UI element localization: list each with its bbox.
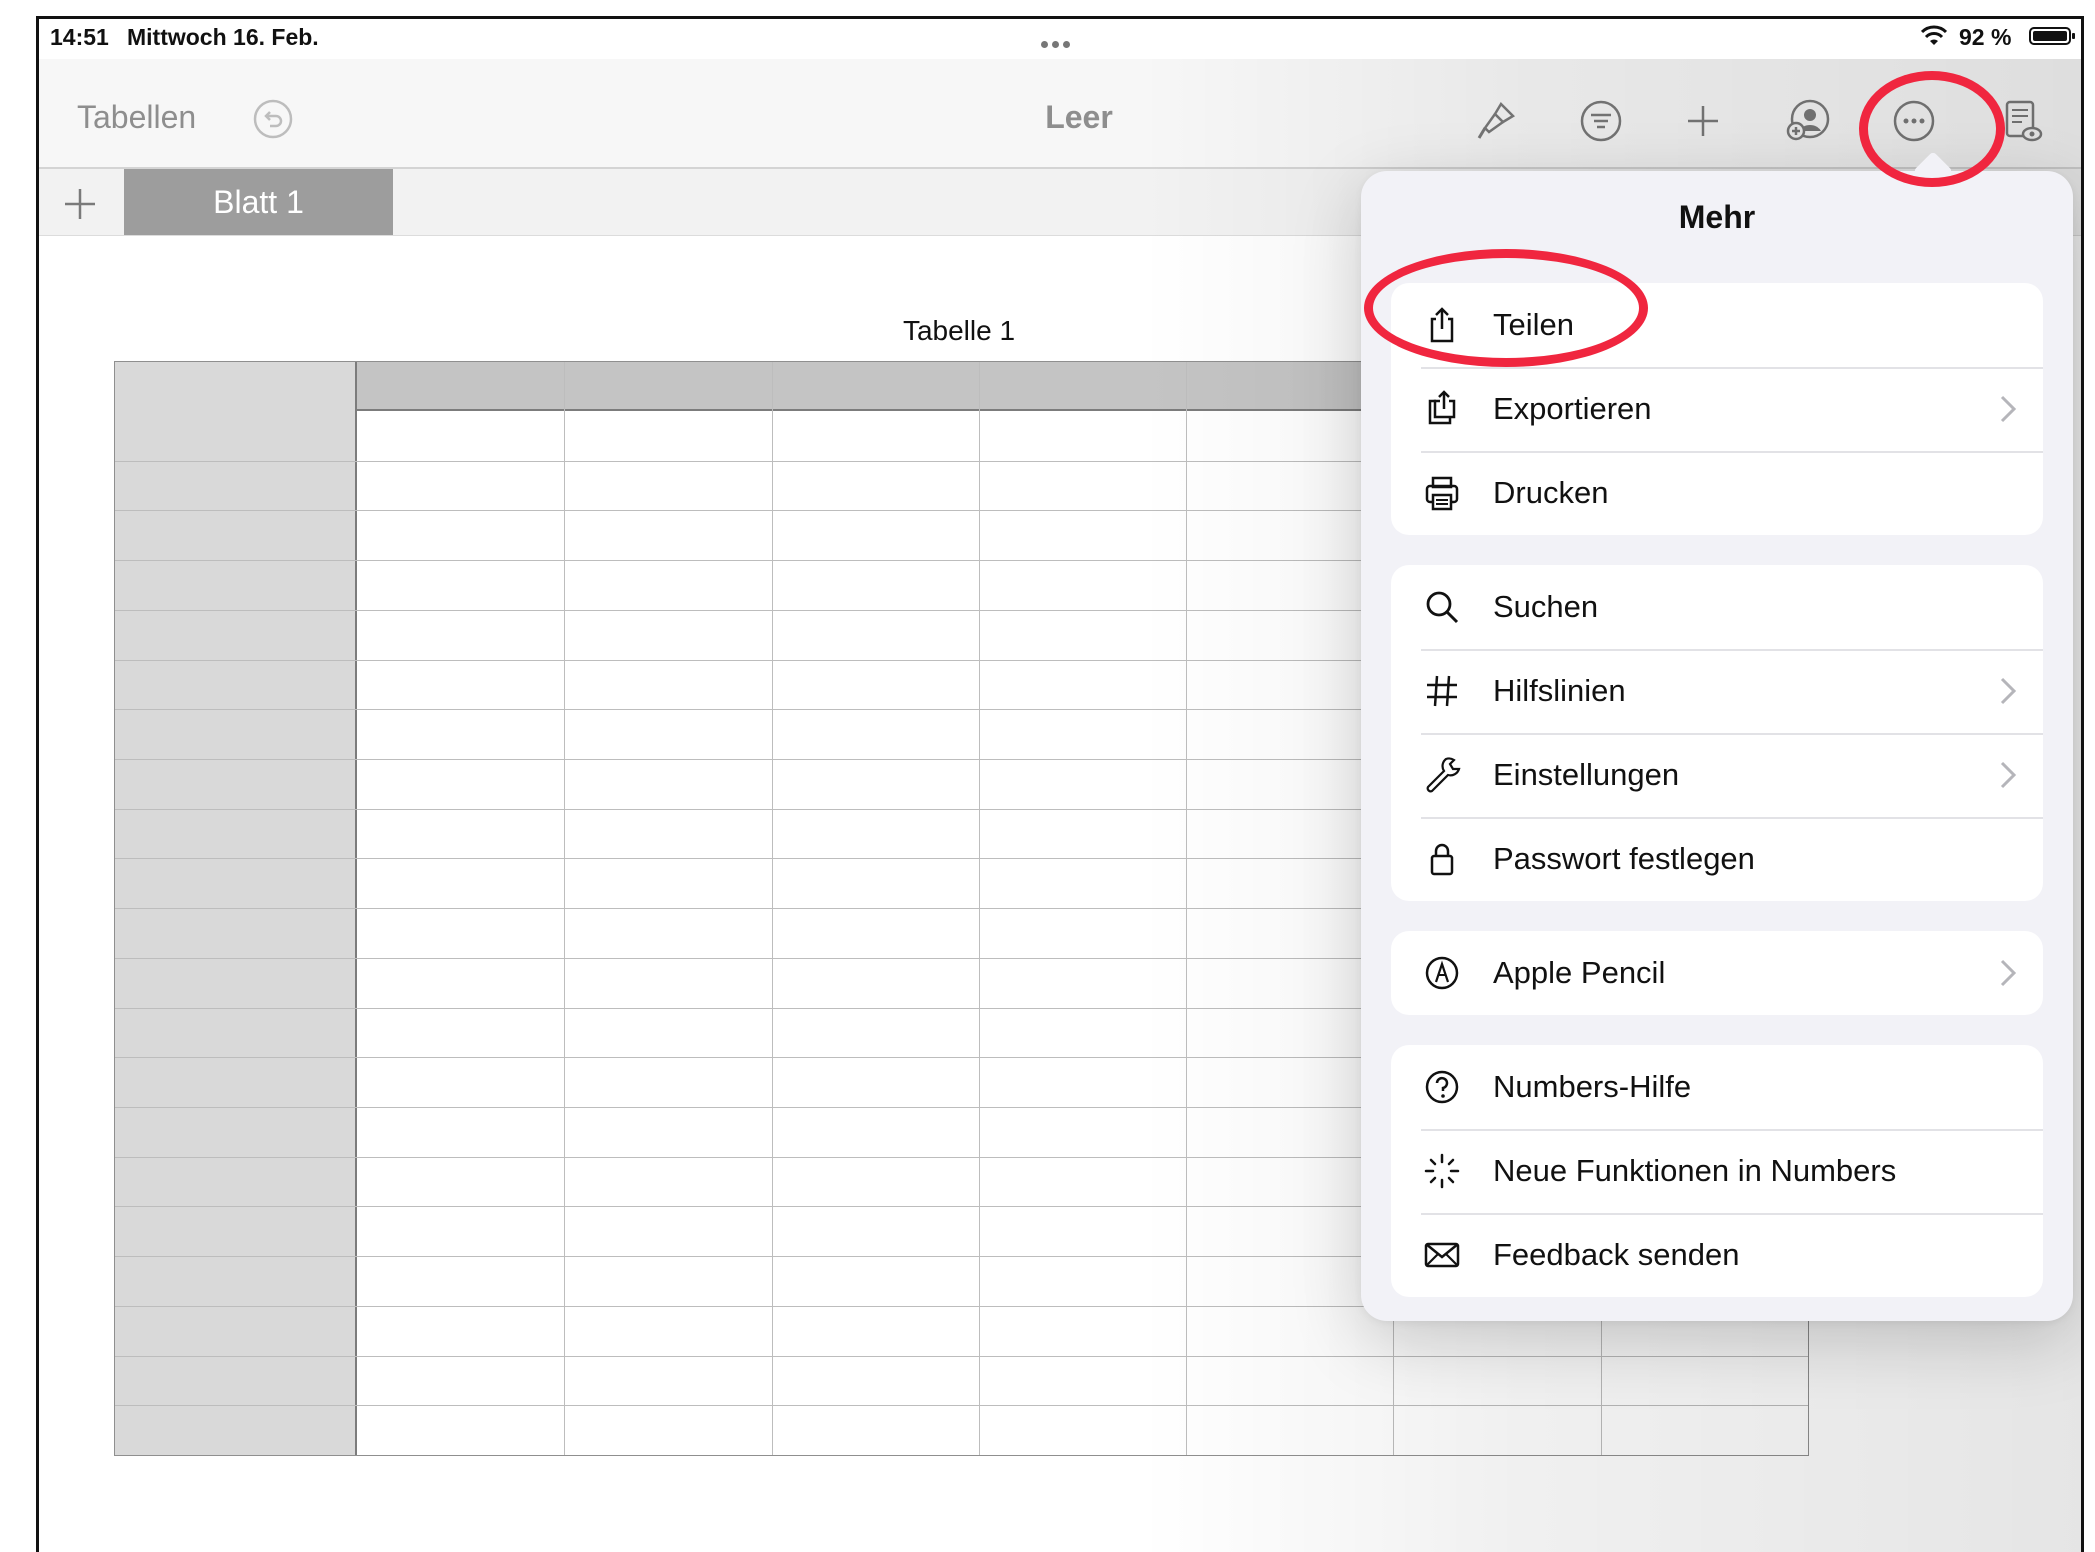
menu-item-hilfslinien[interactable]: Hilfslinien: [1391, 649, 2043, 733]
menu-group-tools: Suchen Hilfslinien Einstellungen Passwor…: [1391, 565, 2043, 901]
more-menu-popover: Mehr Teilen Exportieren Drucken Suchen H…: [1361, 151, 2073, 1321]
menu-item-label: Einstellungen: [1493, 757, 1680, 792]
table-title[interactable]: Tabelle 1: [859, 315, 1059, 347]
wifi-icon: [1921, 25, 1947, 45]
collaborate-button[interactable]: [1780, 93, 1836, 149]
wrench-icon: [1426, 757, 1461, 793]
menu-item-label: Drucken: [1493, 475, 1609, 510]
mail-icon: [1424, 1242, 1460, 1268]
undo-icon[interactable]: [253, 99, 293, 139]
status-time: 14:51: [50, 24, 109, 50]
multitasking-dots-icon[interactable]: [1039, 27, 1079, 48]
print-icon: [1425, 476, 1459, 511]
ipad-screen: 14:51 Mittwoch 16. Feb. 92 % Tabellen Le…: [36, 16, 2084, 1552]
battery-icon: [2029, 27, 2075, 45]
menu-item-passwort[interactable]: Passwort festlegen: [1391, 817, 2043, 901]
sort-filter-button[interactable]: [1573, 93, 1629, 149]
menu-item-label: Neue Funktionen in Numbers: [1493, 1153, 1897, 1188]
menu-item-label: Apple Pencil: [1493, 955, 1666, 990]
menu-item-apple-pencil[interactable]: Apple Pencil: [1391, 931, 2043, 1015]
menu-item-teilen[interactable]: Teilen: [1391, 283, 2043, 367]
menu-item-feedback[interactable]: Feedback senden: [1391, 1213, 2043, 1297]
menu-item-drucken[interactable]: Drucken: [1391, 451, 2043, 535]
tab-blatt-1[interactable]: Blatt 1: [124, 169, 393, 235]
menu-item-numbers-hilfe[interactable]: Numbers-Hilfe: [1391, 1045, 2043, 1129]
chevron-right-icon: [2000, 395, 2017, 423]
more-menu-title: Mehr: [1678, 199, 1756, 235]
table-row-line: [115, 1355, 1808, 1357]
back-button-tabellen[interactable]: Tabellen: [77, 99, 196, 136]
menu-item-label: Numbers-Hilfe: [1493, 1069, 1692, 1104]
reader-view-button[interactable]: [1994, 93, 2050, 149]
more-button[interactable]: [1886, 93, 1942, 149]
menu-item-einstellungen[interactable]: Einstellungen: [1391, 733, 2043, 817]
help-icon: [1425, 1070, 1459, 1104]
chevron-right-icon: [2000, 959, 2017, 987]
menu-item-label: Exportieren: [1493, 391, 1652, 426]
paintbrush-icon: [1477, 101, 1516, 139]
insert-button[interactable]: [1675, 93, 1731, 149]
menu-group-pencil: Apple Pencil: [1391, 931, 2043, 1015]
add-sheet-icon[interactable]: [57, 181, 103, 227]
table-row-line: [115, 1405, 1808, 1407]
status-date: Mittwoch 16. Feb.: [127, 24, 319, 50]
collaborate-icon: [1786, 99, 1830, 141]
battery-percent: 92 %: [1959, 24, 2012, 50]
search-icon: [1426, 591, 1459, 624]
grid-lines-icon: [1427, 675, 1457, 707]
plus-icon: [1688, 106, 1718, 136]
menu-item-label: Suchen: [1493, 589, 1599, 624]
menu-item-suchen[interactable]: Suchen: [1391, 565, 2043, 649]
reader-view-icon: [2005, 100, 2043, 142]
export-icon: [1428, 390, 1456, 425]
chevron-right-icon: [2000, 761, 2017, 789]
menu-group-help: Numbers-Hilfe Neue Funktionen in Numbers…: [1391, 1045, 2043, 1297]
document-title[interactable]: Leer: [999, 99, 1159, 136]
menu-item-label: Teilen: [1493, 307, 1574, 342]
sparkle-icon: [1424, 1153, 1460, 1189]
filter-icon: [1580, 100, 1622, 142]
menu-item-exportieren[interactable]: Exportieren: [1391, 367, 2043, 451]
status-bar: 14:51 Mittwoch 16. Feb. 92 %: [39, 19, 2081, 59]
share-icon: [1430, 307, 1454, 343]
pencil-icon: [1425, 956, 1459, 990]
toolbar: Tabellen Leer: [39, 59, 2081, 169]
menu-item-neue-funktionen[interactable]: Neue Funktionen in Numbers: [1391, 1129, 2043, 1213]
lock-icon: [1430, 843, 1454, 876]
chevron-right-icon: [2000, 677, 2017, 705]
format-button[interactable]: [1468, 93, 1524, 149]
more-icon: [1893, 100, 1935, 142]
menu-group-share: Teilen Exportieren Drucken: [1391, 283, 2043, 535]
menu-item-label: Feedback senden: [1493, 1237, 1740, 1272]
menu-item-label: Passwort festlegen: [1493, 841, 1755, 876]
menu-item-label: Hilfslinien: [1493, 673, 1626, 708]
